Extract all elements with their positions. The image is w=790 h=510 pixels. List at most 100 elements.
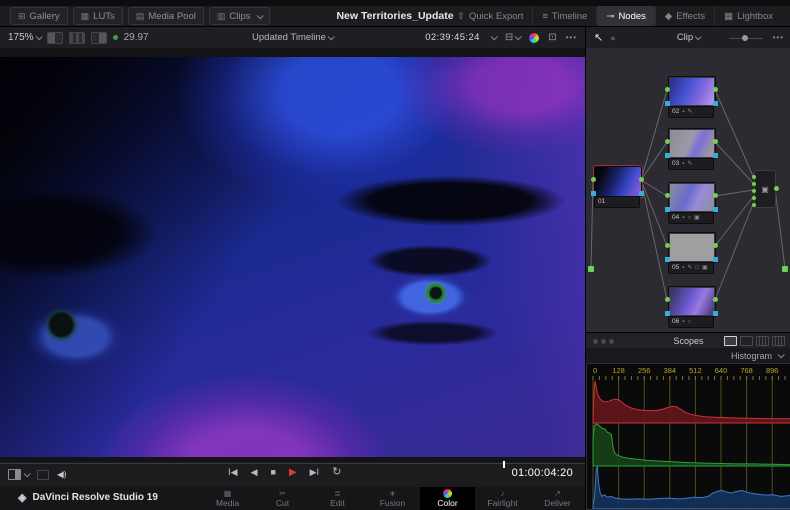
grid-icon: ▣ — [694, 215, 700, 221]
output-node[interactable]: ▣ — [754, 170, 776, 208]
graph-source-connector[interactable] — [588, 266, 594, 272]
expand-viewer-button[interactable]: ⊡ — [548, 32, 556, 43]
highlight-tool-icon[interactable]: ● — [610, 33, 615, 43]
output-node-output-dot[interactable] — [774, 186, 779, 191]
output-node-input-dot[interactable] — [752, 189, 756, 193]
button-gallery[interactable]: ⊞Gallery — [10, 7, 68, 25]
node-output-dot[interactable] — [713, 297, 718, 302]
highlight-toggle-button[interactable] — [91, 32, 107, 44]
page-tab-fusion[interactable]: ∗Fusion — [365, 487, 420, 510]
viewer-zoom-select[interactable]: 175% — [8, 32, 41, 43]
scope-type-selector[interactable]: Histogram — [731, 351, 772, 361]
node-key-input[interactable] — [665, 257, 670, 262]
output-node-input-dot[interactable] — [752, 203, 756, 207]
node-key-output[interactable] — [713, 207, 718, 212]
chevron-down-icon[interactable] — [24, 470, 31, 477]
skip-end-button[interactable]: ▶Ⅰ — [310, 468, 320, 477]
toggle-quick-export[interactable]: ⇧Quick Export — [448, 6, 532, 26]
node-key-output[interactable] — [713, 311, 718, 316]
circle-icon: ○ — [687, 215, 691, 221]
output-node-input-dot[interactable] — [752, 175, 756, 179]
split-toggle-button[interactable] — [69, 32, 85, 44]
node-input-dot[interactable] — [665, 297, 670, 302]
node-output-dot[interactable] — [713, 243, 718, 248]
gallery-icon: ⊞ — [18, 12, 26, 21]
output-node-input-dot[interactable] — [752, 196, 756, 200]
step-back-button[interactable]: ◀ — [251, 468, 258, 477]
page-tab-color[interactable]: Color — [420, 487, 475, 510]
page-tab-media[interactable]: ▦Media — [200, 487, 255, 510]
image-wipe-icon[interactable] — [37, 470, 49, 480]
speaker-icon[interactable]: ◀)) — [57, 470, 65, 479]
node-key-output[interactable] — [639, 191, 644, 196]
button-media-pool[interactable]: ▤Media Pool — [128, 7, 204, 25]
node-output-dot[interactable] — [639, 177, 644, 182]
node-input-dot[interactable] — [665, 139, 670, 144]
node-zoom-slider[interactable] — [729, 34, 763, 42]
toggle-timeline[interactable]: ≡Timeline — [532, 6, 596, 26]
scale-label: 0 — [593, 366, 597, 375]
loop-button[interactable]: ↻ — [332, 467, 341, 478]
lightbox-icon: ▦ — [724, 11, 733, 22]
stop-button[interactable]: ■ — [271, 468, 276, 477]
page-tab-cut[interactable]: ✂Cut — [255, 487, 310, 510]
node-output-dot[interactable] — [713, 193, 718, 198]
node-key-output[interactable] — [713, 153, 718, 158]
video-frame[interactable] — [0, 57, 585, 457]
viewer-options-menu[interactable]: ••• — [566, 33, 577, 42]
grab-still-button[interactable]: ⊟ — [505, 32, 520, 43]
cursor-tool-icon[interactable]: ↖ — [594, 31, 603, 44]
node-key-input[interactable] — [591, 191, 596, 196]
node-key-input[interactable] — [665, 153, 670, 158]
button-clips[interactable]: ▥Clips — [209, 7, 270, 25]
chevron-down-icon[interactable] — [490, 33, 497, 40]
node-thumbnail — [668, 76, 716, 107]
node-input-dot[interactable] — [591, 177, 596, 182]
jog-bar[interactable] — [0, 463, 585, 464]
node-input-dot[interactable] — [665, 243, 670, 248]
layout-4up-button[interactable] — [772, 336, 785, 346]
node-key-input[interactable] — [665, 311, 670, 316]
corrector-node-04[interactable]: 04▪○▣ — [668, 182, 716, 224]
davinci-logo-icon: ◈ — [18, 491, 26, 504]
page-tab-deliver[interactable]: ↗Deliver — [530, 487, 585, 510]
color-viewer-mode-icon[interactable] — [529, 33, 539, 43]
play-button[interactable]: ▶ — [289, 468, 297, 478]
output-node-input-dot[interactable] — [752, 182, 756, 186]
corrector-node-05[interactable]: 05▪✎□▣ — [668, 232, 716, 274]
layout-1up-button[interactable] — [724, 336, 737, 346]
corrector-node-02[interactable]: 02▪✎ — [668, 76, 716, 118]
nodes-options-menu[interactable]: ••• — [773, 33, 784, 42]
panel-dots-icon[interactable] — [593, 339, 614, 344]
page-tab-edit[interactable]: ≣Edit — [310, 487, 365, 510]
node-output-dot[interactable] — [713, 87, 718, 92]
toggle-lightbox[interactable]: ▦Lightbox — [714, 6, 782, 26]
toggle-effects[interactable]: ◆Effects — [655, 6, 714, 26]
button-label: Timeline — [552, 11, 588, 22]
page-tab-fairlight[interactable]: ♪Fairlight — [475, 487, 530, 510]
layout-2up-button[interactable] — [740, 336, 753, 346]
media-pool-icon: ▤ — [136, 12, 145, 21]
node-key-output[interactable] — [713, 101, 718, 106]
corrector-node-01[interactable]: 01 — [594, 166, 642, 208]
split-view-icon[interactable] — [8, 469, 21, 480]
skip-start-button[interactable]: Ⅰ◀ — [228, 468, 238, 477]
graph-sink-connector[interactable] — [782, 266, 788, 272]
slider-knob[interactable] — [742, 35, 748, 41]
button-luts[interactable]: ▦LUTs — [73, 7, 123, 25]
wipe-toggle-button[interactable] — [47, 32, 63, 44]
node-input-dot[interactable] — [665, 193, 670, 198]
node-editor-panel: 0102▪✎03▪✎04▪○▣05▪✎□▣06▪○▣ Scopes Histog… — [585, 48, 790, 510]
node-graph[interactable]: 01 02▪✎ 03▪✎ 04▪○▣ 05▪✎□▣ 06▪○ ▣ — [586, 48, 790, 332]
corrector-node-03[interactable]: 03▪✎ — [668, 128, 716, 170]
corrector-node-06[interactable]: 06▪○ — [668, 286, 716, 328]
toggle-nodes[interactable]: ⊸Nodes — [596, 6, 654, 26]
layout-3up-button[interactable] — [756, 336, 769, 346]
node-input-dot[interactable] — [665, 87, 670, 92]
playhead[interactable] — [503, 461, 505, 468]
histogram-scope[interactable]: 0128256384512640768896 — [586, 363, 790, 510]
node-key-input[interactable] — [665, 101, 670, 106]
node-key-output[interactable] — [713, 257, 718, 262]
node-output-dot[interactable] — [713, 139, 718, 144]
node-key-input[interactable] — [665, 207, 670, 212]
